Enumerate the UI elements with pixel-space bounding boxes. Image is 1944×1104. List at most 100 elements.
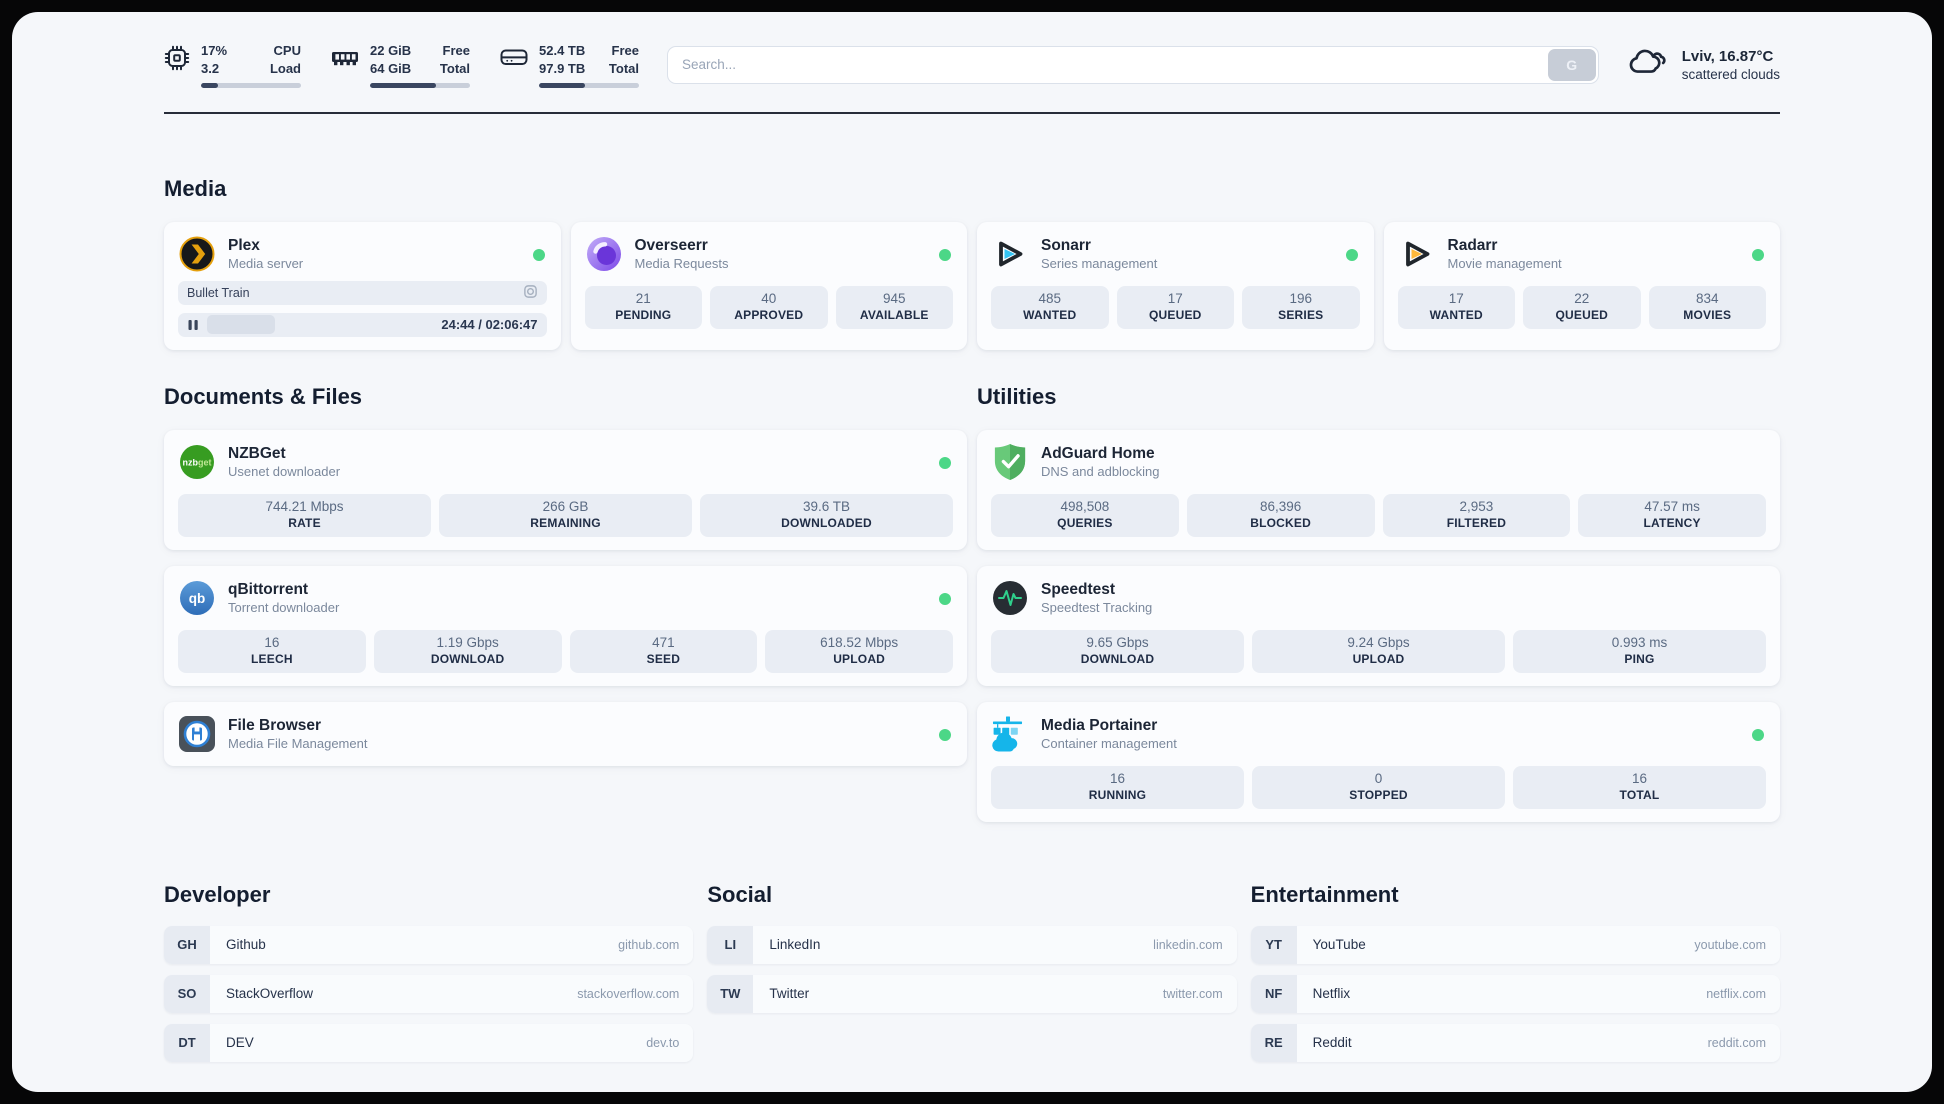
bookmark-url: github.com [618,937,680,952]
stat-remaining: 266 GB REMAINING [439,493,692,537]
section-heading-entertainment: Entertainment [1250,881,1399,907]
app-title: Plex [228,236,260,254]
app-card-nzbget[interactable]: nzbget NZBGet Usenet downloader 744.21 M… [164,429,967,550]
cloud-icon [1627,46,1669,83]
bookmark-url: reddit.com [1707,1035,1766,1050]
bookmark-name: DEV [226,1035,254,1051]
stat-latency: 47.57 ms LATENCY [1578,493,1766,537]
weather-location-temp: Lviv, 16.87°C [1681,47,1774,65]
view-session-icon [523,284,538,302]
app-subtitle: Media Requests [634,255,729,271]
section-heading-documents: Documents & Files [164,383,363,409]
stat-queries: 498,508 QUERIES [991,493,1179,537]
search-provider-button[interactable]: G [1547,48,1596,81]
bookmark-reddit[interactable]: RE Reddit reddit.com [1250,1023,1780,1062]
status-dot [939,592,951,605]
bookmark-netflix[interactable]: NF Netflix netflix.com [1250,974,1780,1013]
pause-icon[interactable] [187,319,200,331]
cpu-progress-track [201,82,301,88]
cpu-load-label: Load [269,60,301,76]
bookmark-group-developer: Developer GH Github github.com SO StackO… [164,882,694,1062]
disk-total-value: 97.9 TB [539,60,586,76]
disk-widget: 52.4 TB 97.9 TB Free Total [500,42,639,88]
disk-progress-track [539,82,639,88]
bookmark-linkedin[interactable]: LI LinkedIn linkedin.com [707,925,1237,964]
app-title: Overseerr [634,236,708,254]
app-card-speedtest[interactable]: Speedtest Speedtest Tracking 9.65 Gbps DO… [977,565,1780,686]
bookmark-abbr: YT [1250,925,1297,964]
stat-blocked: 86,396 BLOCKED [1186,493,1375,537]
stat-wanted: 485 WANTED [991,285,1109,329]
bookmark-dev[interactable]: DT DEV dev.to [164,1023,694,1062]
stat-total: 16 TOTAL [1513,765,1766,809]
bookmark-abbr: NF [1250,974,1297,1013]
weather-condition: scattered clouds [1681,66,1780,82]
bookmark-abbr: SO [164,974,210,1013]
disk-free-label: Free [611,43,639,58]
bookmark-github[interactable]: GH Github github.com [164,925,694,964]
adguard-icon [991,443,1029,481]
stat-series: 196 SERIES [1242,285,1360,329]
app-card-qbittorrent[interactable]: qb qBittorrent Torrent downloader 16 LEEC… [164,565,967,686]
sonarr-icon [991,235,1029,273]
app-title: File Browser [228,716,322,734]
app-subtitle: Speedtest Tracking [1041,599,1153,615]
svg-text:nzbget: nzbget [183,457,212,467]
app-subtitle: Container management [1041,735,1177,751]
speedtest-icon [991,579,1029,617]
app-card-portainer[interactable]: Media Portainer Container management 16 R… [977,701,1780,822]
playback-progress-row: 24:44 / 02:06:47 [178,312,547,337]
app-card-sonarr[interactable]: Sonarr Series management 485 WANTED 17 QUE… [977,221,1374,350]
bookmark-youtube[interactable]: YT YouTube youtube.com [1250,925,1780,964]
stat-queued: 22 QUEUED [1523,285,1641,329]
bookmark-stackoverflow[interactable]: SO StackOverflow stackoverflow.com [164,974,694,1013]
stat-approved: 40 APPROVED [710,285,828,329]
bookmark-twitter[interactable]: TW Twitter twitter.com [707,974,1237,1013]
cpu-icon [164,45,190,76]
utilities-column: Utilities AdGuard Home DNS and adblockin… [977,384,1780,822]
now-playing-title: Bullet Train [187,285,250,300]
app-card-adguard[interactable]: AdGuard Home DNS and adblocking 498,508 Q… [977,429,1780,550]
search-bar: G [667,45,1599,84]
bookmark-url: dev.to [646,1035,680,1050]
section-heading-social: Social [707,881,773,907]
section-heading-media: Media [164,175,227,201]
playback-progress-fill[interactable] [207,315,276,335]
bookmark-name: Reddit [1312,1035,1352,1051]
memory-widget: 22 GiB 64 GiB Free Total [331,42,470,88]
weather-widget[interactable]: Lviv, 16.87°C scattered clouds [1627,46,1780,83]
bookmark-name: StackOverflow [226,986,314,1002]
stat-pending: 21 PENDING [584,285,702,329]
app-card-plex[interactable]: Plex Media server Bullet Train 24:44 / 0… [164,221,561,350]
status-dot [939,248,951,261]
qbittorrent-icon: qb [178,579,216,617]
app-card-radarr[interactable]: Radarr Movie management 17 WANTED 22 QUEUE… [1383,221,1780,350]
app-card-filebrowser[interactable]: File Browser Media File Management [164,701,967,766]
overseerr-icon [585,235,623,273]
cpu-progress-fill [201,82,218,88]
app-title: NZBGet [228,444,286,462]
header-divider [164,111,1780,114]
status-dot [939,456,951,469]
stat-seed: 471 SEED [569,629,758,673]
memory-total-value: 64 GiB [370,60,412,76]
status-dot [939,728,951,741]
playback-time: 24:44 / 02:06:47 [441,317,538,333]
disk-free-value: 52.4 TB [539,43,586,58]
section-heading-utilities: Utilities [977,383,1057,409]
cpu-widget: 17% 3.2 CPU Load [164,42,301,88]
search-input[interactable] [667,45,1599,84]
bookmark-url: youtube.com [1694,937,1766,952]
dashboard-page: 17% 3.2 CPU Load 22 GiB 64 GiB Free Tota… [12,12,1932,1092]
app-title: Radarr [1447,236,1498,254]
nzbget-icon: nzbget [178,443,216,481]
memory-icon [331,45,359,74]
app-title: Media Portainer [1041,716,1158,734]
bookmark-url: twitter.com [1162,986,1223,1001]
app-card-overseerr[interactable]: Overseerr Media Requests 21 PENDING 40 APP… [570,221,967,350]
memory-progress-track [370,82,470,88]
stat-ping: 0.993 ms PING [1513,629,1766,673]
stat-queued: 17 QUEUED [1116,285,1234,329]
media-card-grid: Plex Media server Bullet Train 24:44 / 0… [164,221,1780,350]
app-title: AdGuard Home [1041,444,1155,462]
